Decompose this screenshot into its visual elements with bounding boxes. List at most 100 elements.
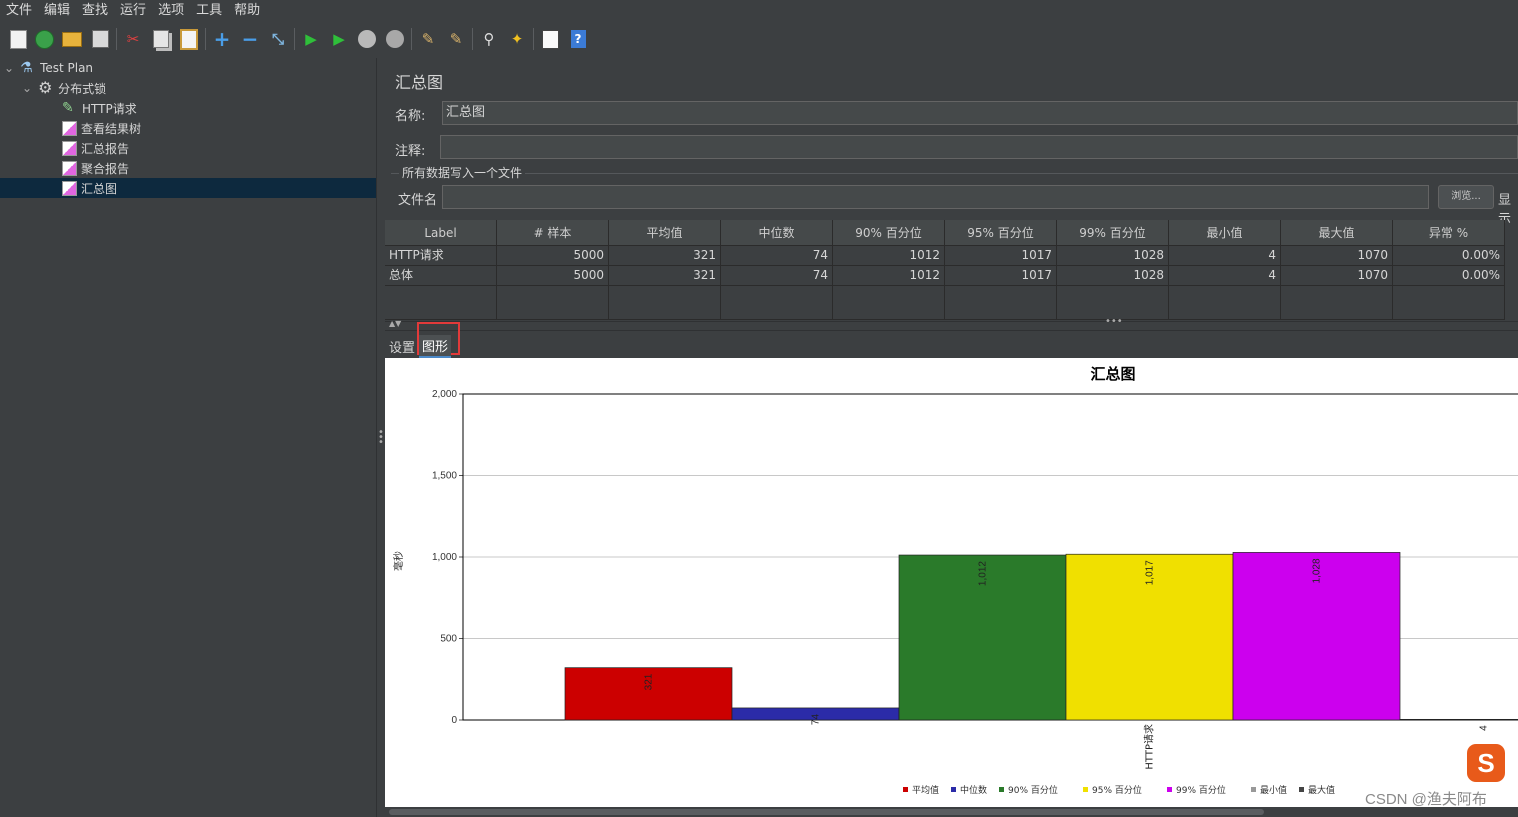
shutdown-icon[interactable] [383,27,407,51]
table-cell: 74 [721,266,833,286]
file-name-label: 文件名 [398,193,438,208]
chevron-down-icon[interactable]: ⌄ [4,61,14,75]
table-cell: 5000 [497,266,609,286]
reset-search-icon[interactable]: ✦ [505,27,529,51]
tree-item-label: HTTP请求 [82,101,137,116]
table-cell: 1012 [833,266,945,286]
chevron-down-icon[interactable]: ⌄ [22,81,32,95]
copy-icon[interactable] [149,27,173,51]
col-header[interactable]: 异常 % [1393,220,1505,246]
table-header: Label # 样本 平均值 中位数 90% 百分位 95% 百分位 99% 百… [385,220,1505,246]
col-header[interactable]: 90% 百分位 [833,220,945,246]
y-axis-label: 毫秒 [392,551,405,571]
table-cell: 4 [1169,266,1281,286]
menu-options[interactable]: 选项 [152,0,190,22]
splitter-handle[interactable]: • • • [376,58,385,817]
function-helper-icon[interactable] [538,27,562,51]
sogou-logo-icon: S [1467,744,1505,782]
table-cell: 4 [1169,246,1281,266]
tab-settings[interactable]: 设置 [389,337,415,356]
clear-all-icon[interactable]: ✎ [444,27,468,51]
col-header[interactable]: 最小值 [1169,220,1281,246]
table-cell: 74 [721,246,833,266]
flask-icon: ⚗ [20,60,33,76]
tree-node-test-plan[interactable]: ⌄ ⚗ Test Plan [4,58,93,78]
tree-item-label: 汇总图 [81,181,118,196]
scrollbar-thumb[interactable] [389,809,1264,815]
file-name-field[interactable] [442,185,1429,209]
start-icon[interactable]: ▶ [299,27,323,51]
bar-label: 1,012 [978,561,989,586]
tree-item-aggregate-report[interactable]: 聚合报告 [62,158,129,178]
open-icon[interactable] [60,27,84,51]
new-icon[interactable] [6,27,30,51]
toggle-icon[interactable]: ⤡ [266,27,290,51]
tab-graph[interactable]: 图形 [419,335,452,358]
save-icon[interactable] [88,27,112,51]
stop-icon[interactable] [355,27,379,51]
tree-item-label: 汇总报告 [81,141,130,156]
legend-label: 最大值 [1308,784,1335,796]
templates-icon[interactable] [32,27,56,51]
bar-label: 1,028 [1312,558,1323,583]
bar-5 [1399,718,1518,721]
legend-swatch [1167,787,1172,792]
bar-label: 74 [811,714,822,726]
search-icon[interactable]: ⚲ [477,27,501,51]
split-divider[interactable]: ▲▼ ••• [385,316,1518,331]
menu-file[interactable]: 文件 [0,0,38,22]
tree-item-summary-report[interactable]: 汇总报告 [62,138,129,158]
tree-item-summary-graph[interactable]: 汇总图 [0,178,376,198]
legend-swatch [951,787,956,792]
col-header[interactable]: 最大值 [1281,220,1393,246]
comment-field[interactable] [440,135,1518,159]
horizontal-scrollbar[interactable] [385,807,1518,817]
name-field[interactable]: 汇总图 [442,101,1518,125]
tree-item-label: 查看结果树 [81,121,142,136]
menu-edit[interactable]: 编辑 [38,0,76,22]
table-row[interactable]: HTTP请求 5000 321 74 1012 1017 1028 4 1070… [385,246,1505,266]
summary-chart: 汇总图 0 500 1,000 1,500 2,000 毫秒 321 74 1,012 1,017 1… [385,358,1518,807]
table-cell: 总体 [385,266,497,286]
tree-item-results-tree[interactable]: 查看结果树 [62,118,141,138]
tree-label-group: 分布式锁 [58,81,107,96]
bar-label: 4 [1479,725,1490,731]
menu-help[interactable]: 帮助 [228,0,266,22]
col-header[interactable]: # 样本 [497,220,609,246]
chart-svg: 汇总图 0 500 1,000 1,500 2,000 毫秒 321 74 1,012 1,017 1… [392,365,1518,796]
cut-icon[interactable]: ✂ [121,27,145,51]
collapse-icon[interactable]: − [238,27,262,51]
table-cell: 1012 [833,246,945,266]
legend-swatch [1299,787,1304,792]
chart-icon [62,120,77,136]
drag-dots-icon: ••• [1105,316,1123,327]
col-header[interactable]: 中位数 [721,220,833,246]
col-header[interactable]: 平均值 [609,220,721,246]
col-header[interactable]: Label [385,220,497,246]
bar-label: 321 [644,673,655,690]
tree-node-group[interactable]: ⌄ ⚙ 分布式锁 [22,78,106,98]
legend-label: 最小值 [1260,784,1287,796]
watermark: CSDN @渔夫阿布 [1365,791,1487,808]
table-cell: 1070 [1281,266,1393,286]
col-header[interactable]: 99% 百分位 [1057,220,1169,246]
table-cell: 1017 [945,246,1057,266]
help-icon[interactable]: ? [566,27,590,51]
table-cell: 1070 [1281,246,1393,266]
collapse-arrows-icon[interactable]: ▲▼ [389,319,401,328]
legend-label: 90% 百分位 [1008,784,1058,796]
menu-run[interactable]: 运行 [114,0,152,22]
table-cell: 1028 [1057,266,1169,286]
start-no-pause-icon[interactable]: ▶ [327,27,351,51]
browse-button[interactable]: 浏览... [1438,185,1494,209]
tree-item-http-request[interactable]: ✎ HTTP请求 [62,98,137,118]
legend-label: 99% 百分位 [1176,784,1226,796]
paste-icon[interactable] [177,27,201,51]
expand-icon[interactable]: + [210,27,234,51]
legend-label: 95% 百分位 [1092,784,1142,796]
table-row[interactable]: 总体 5000 321 74 1012 1017 1028 4 1070 0.0… [385,266,1505,286]
menu-tools[interactable]: 工具 [190,0,228,22]
clear-icon[interactable]: ✎ [416,27,440,51]
menu-search[interactable]: 查找 [76,0,114,22]
col-header[interactable]: 95% 百分位 [945,220,1057,246]
